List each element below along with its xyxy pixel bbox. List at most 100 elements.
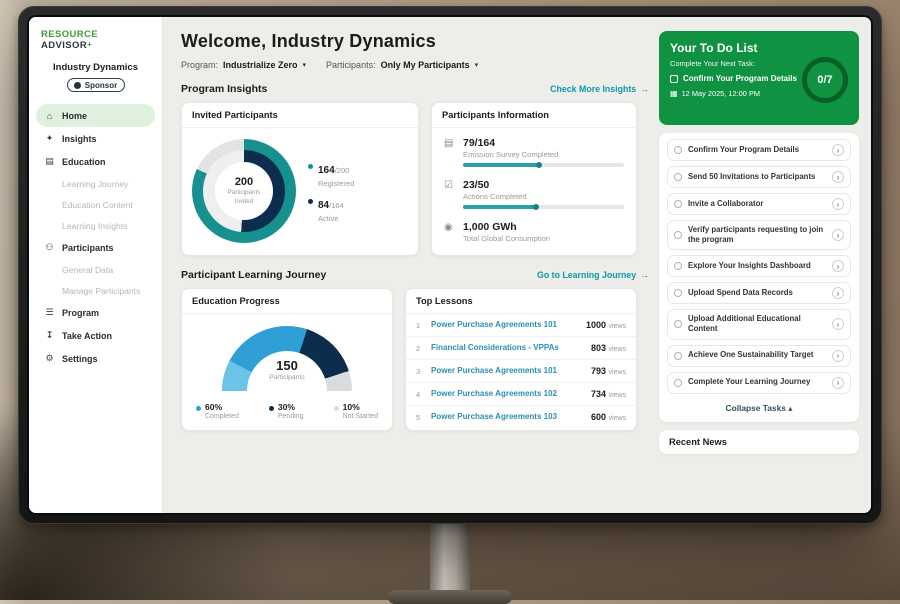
sponsor-badge[interactable]: Sponsor	[67, 78, 125, 92]
link-label: Go to Learning Journey	[537, 270, 636, 280]
sidebar-item-manage-participants[interactable]: Manage Participants	[29, 280, 162, 301]
program-insights-cards: Invited Participants 200 Participants In…	[181, 102, 649, 256]
task-label: Upload Spend Data Records	[688, 288, 826, 298]
sidebar-item-participants[interactable]: ⚇ Participants	[29, 236, 162, 259]
location-pin-icon: ◉	[444, 222, 455, 243]
stat-value: 79/164	[463, 137, 624, 149]
next-task-checkbox[interactable]	[670, 75, 678, 83]
lesson-title-link[interactable]: Power Purchase Agreements 101	[431, 366, 584, 376]
task-checkbox[interactable]	[674, 173, 682, 181]
lesson-title-link[interactable]: Power Purchase Agreements 103	[431, 412, 584, 422]
task-row[interactable]: Verify participants requesting to join t…	[667, 220, 851, 250]
task-label: Send 50 Invitations to Participants	[688, 172, 826, 182]
program-insights-header: Program Insights Check More Insights →	[181, 83, 649, 95]
task-label: Confirm Your Program Details	[688, 145, 826, 155]
program-dropdown[interactable]: Program: Industrialize Zero ▾	[181, 60, 306, 70]
task-row[interactable]: Complete Your Learning Journey ›	[667, 372, 851, 394]
lesson-row[interactable]: 2 Financial Considerations - VPPAs 803 v…	[406, 337, 636, 360]
lesson-views-unit: views	[608, 323, 626, 330]
stat-emission-survey: ▤ 79/164 Emission Survey Completed	[444, 137, 624, 167]
sidebar-item-home[interactable]: ⌂ Home	[36, 104, 155, 127]
legend-dot-icon	[308, 199, 313, 204]
logo-secondary: ADVISOR	[41, 40, 87, 51]
task-row[interactable]: Confirm Your Program Details ›	[667, 139, 851, 161]
sidebar-nav: ⌂ Home ✦ Insights ▤ Education Learning J…	[29, 104, 162, 370]
participants-icon: ⚇	[44, 242, 55, 253]
go-to-learning-journey-link[interactable]: Go to Learning Journey →	[537, 270, 649, 280]
stat-global-consumption: ◉ 1,000 GWh Total Global Consumption	[444, 221, 624, 243]
chevron-right-icon: ›	[837, 289, 840, 298]
collapse-tasks-link[interactable]: Collapse Tasks ▴	[667, 399, 851, 418]
main-content: Welcome, Industry Dynamics Program: Indu…	[163, 17, 659, 513]
todo-panel: Your To Do List Complete Your Next Task:…	[659, 17, 871, 513]
sidebar-item-settings[interactable]: ⚙ Settings	[29, 347, 162, 370]
task-row[interactable]: Explore Your Insights Dashboard ›	[667, 255, 851, 277]
learning-journey-cards: Education Progress 150 Participants	[181, 288, 649, 431]
task-row[interactable]: Achieve One Sustainability Target ›	[667, 345, 851, 367]
sponsor-badge-label: Sponsor	[85, 81, 117, 90]
lesson-row[interactable]: 3 Power Purchase Agreements 101 793 view…	[406, 360, 636, 383]
chevron-right-icon: ›	[837, 262, 840, 271]
task-expand-button[interactable]: ›	[832, 318, 844, 330]
task-expand-button[interactable]: ›	[832, 171, 844, 183]
learning-journey-header: Participant Learning Journey Go to Learn…	[181, 269, 649, 281]
task-row[interactable]: Upload Spend Data Records ›	[667, 282, 851, 304]
task-checkbox[interactable]	[674, 379, 682, 387]
participants-dropdown[interactable]: Participants: Only My Participants ▾	[326, 60, 478, 70]
task-expand-button[interactable]: ›	[832, 260, 844, 272]
lesson-views-unit: views	[608, 415, 626, 422]
logo-plus: +	[87, 40, 92, 49]
sidebar-item-learning-journey[interactable]: Learning Journey	[29, 173, 162, 194]
lesson-title-link[interactable]: Power Purchase Agreements 101	[431, 320, 579, 330]
gauge-legend: 60% Completed 30% Pending	[182, 392, 392, 430]
checklist-icon: ☑	[444, 180, 455, 209]
lesson-rank: 4	[416, 390, 424, 399]
calendar-icon: ▦	[670, 89, 678, 98]
legend-item-not-started: 10% Not Started	[334, 402, 378, 420]
sidebar-item-insights[interactable]: ✦ Insights	[29, 127, 162, 150]
org-name: Industry Dynamics	[29, 62, 162, 73]
task-checkbox[interactable]	[674, 320, 682, 328]
sidebar-item-program[interactable]: ☰ Program	[29, 301, 162, 324]
sponsor-avatar-icon	[74, 82, 81, 89]
task-row[interactable]: Send 50 Invitations to Participants ›	[667, 166, 851, 188]
task-expand-button[interactable]: ›	[832, 350, 844, 362]
task-checkbox[interactable]	[674, 200, 682, 208]
home-icon: ⌂	[44, 111, 55, 121]
sidebar-item-education-content[interactable]: Education Content	[29, 194, 162, 215]
lesson-row[interactable]: 5 Power Purchase Agreements 103 600 view…	[406, 406, 636, 428]
lesson-title-link[interactable]: Financial Considerations - VPPAs	[431, 343, 584, 353]
program-label: Program:	[181, 60, 218, 70]
monitor-bezel: RESOURCE ADVISOR+ Industry Dynamics Spon…	[18, 6, 882, 524]
task-expand-button[interactable]: ›	[832, 198, 844, 210]
sidebar-item-education[interactable]: ▤ Education	[29, 150, 162, 173]
task-expand-button[interactable]: ›	[832, 144, 844, 156]
task-row[interactable]: Invite a Collaborator ›	[667, 193, 851, 215]
legend-label: Registered	[318, 179, 354, 188]
lesson-title-link[interactable]: Power Purchase Agreements 102	[431, 389, 584, 399]
lesson-row[interactable]: 4 Power Purchase Agreements 102 734 view…	[406, 383, 636, 406]
sidebar-item-learning-insights[interactable]: Learning Insights	[29, 215, 162, 236]
lesson-row[interactable]: 1 Power Purchase Agreements 101 1000 vie…	[406, 314, 636, 337]
task-expand-button[interactable]: ›	[832, 377, 844, 389]
sidebar-item-general-data[interactable]: General Data	[29, 259, 162, 280]
sidebar-item-label: Education	[62, 157, 106, 167]
next-task-label: Confirm Your Program Details	[683, 74, 797, 83]
arrow-right-icon: →	[640, 84, 649, 94]
task-checkbox[interactable]	[674, 262, 682, 270]
task-checkbox[interactable]	[674, 231, 682, 239]
task-checkbox[interactable]	[674, 352, 682, 360]
task-expand-button[interactable]: ›	[832, 287, 844, 299]
task-checkbox[interactable]	[674, 289, 682, 297]
task-expand-button[interactable]: ›	[832, 229, 844, 241]
chevron-right-icon: ›	[837, 378, 840, 387]
task-checkbox[interactable]	[674, 146, 682, 154]
gauge-center-value: 150	[222, 358, 352, 373]
app-logo[interactable]: RESOURCE ADVISOR+	[29, 29, 162, 51]
task-row[interactable]: Upload Additional Educational Content ›	[667, 309, 851, 339]
sidebar-item-take-action[interactable]: ↧ Take Action	[29, 324, 162, 347]
task-label: Explore Your Insights Dashboard	[688, 261, 826, 271]
legend-dot-icon	[196, 406, 201, 411]
check-more-insights-link[interactable]: Check More Insights →	[550, 84, 649, 94]
legend-dot-icon	[334, 406, 339, 411]
